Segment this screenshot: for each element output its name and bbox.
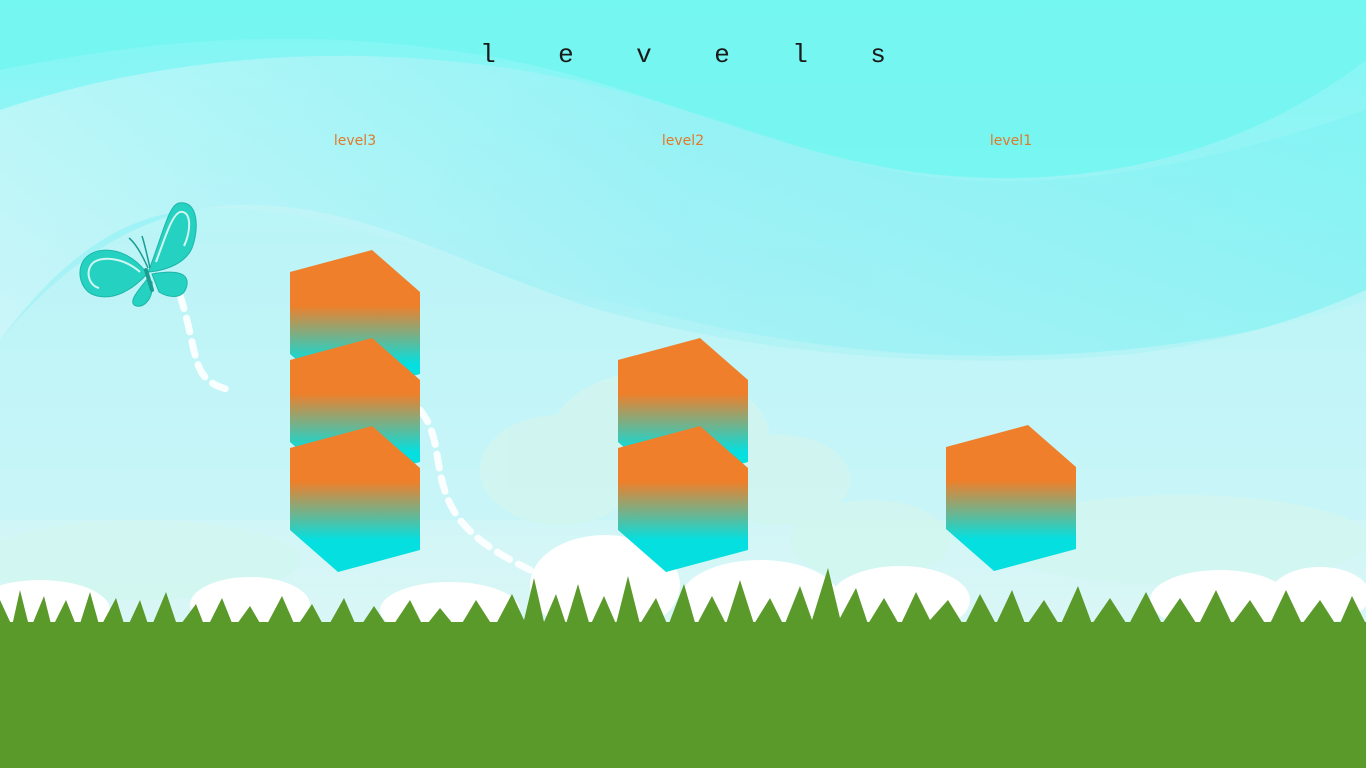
butterfly-icon (79, 202, 197, 307)
level-3-stack[interactable] (290, 250, 420, 572)
game-scene: l e v e l s level3 level2 level1 (0, 0, 1366, 768)
level-1-label[interactable]: level1 (990, 133, 1032, 149)
level-1-stack[interactable] (946, 425, 1076, 572)
level-2-stack[interactable] (618, 338, 748, 572)
level-block (290, 426, 420, 572)
level-2-label[interactable]: level2 (662, 133, 704, 149)
level-block (946, 425, 1076, 571)
level-3-label[interactable]: level3 (334, 133, 376, 149)
level-block (618, 426, 748, 572)
page-title: l e v e l s (480, 40, 886, 70)
